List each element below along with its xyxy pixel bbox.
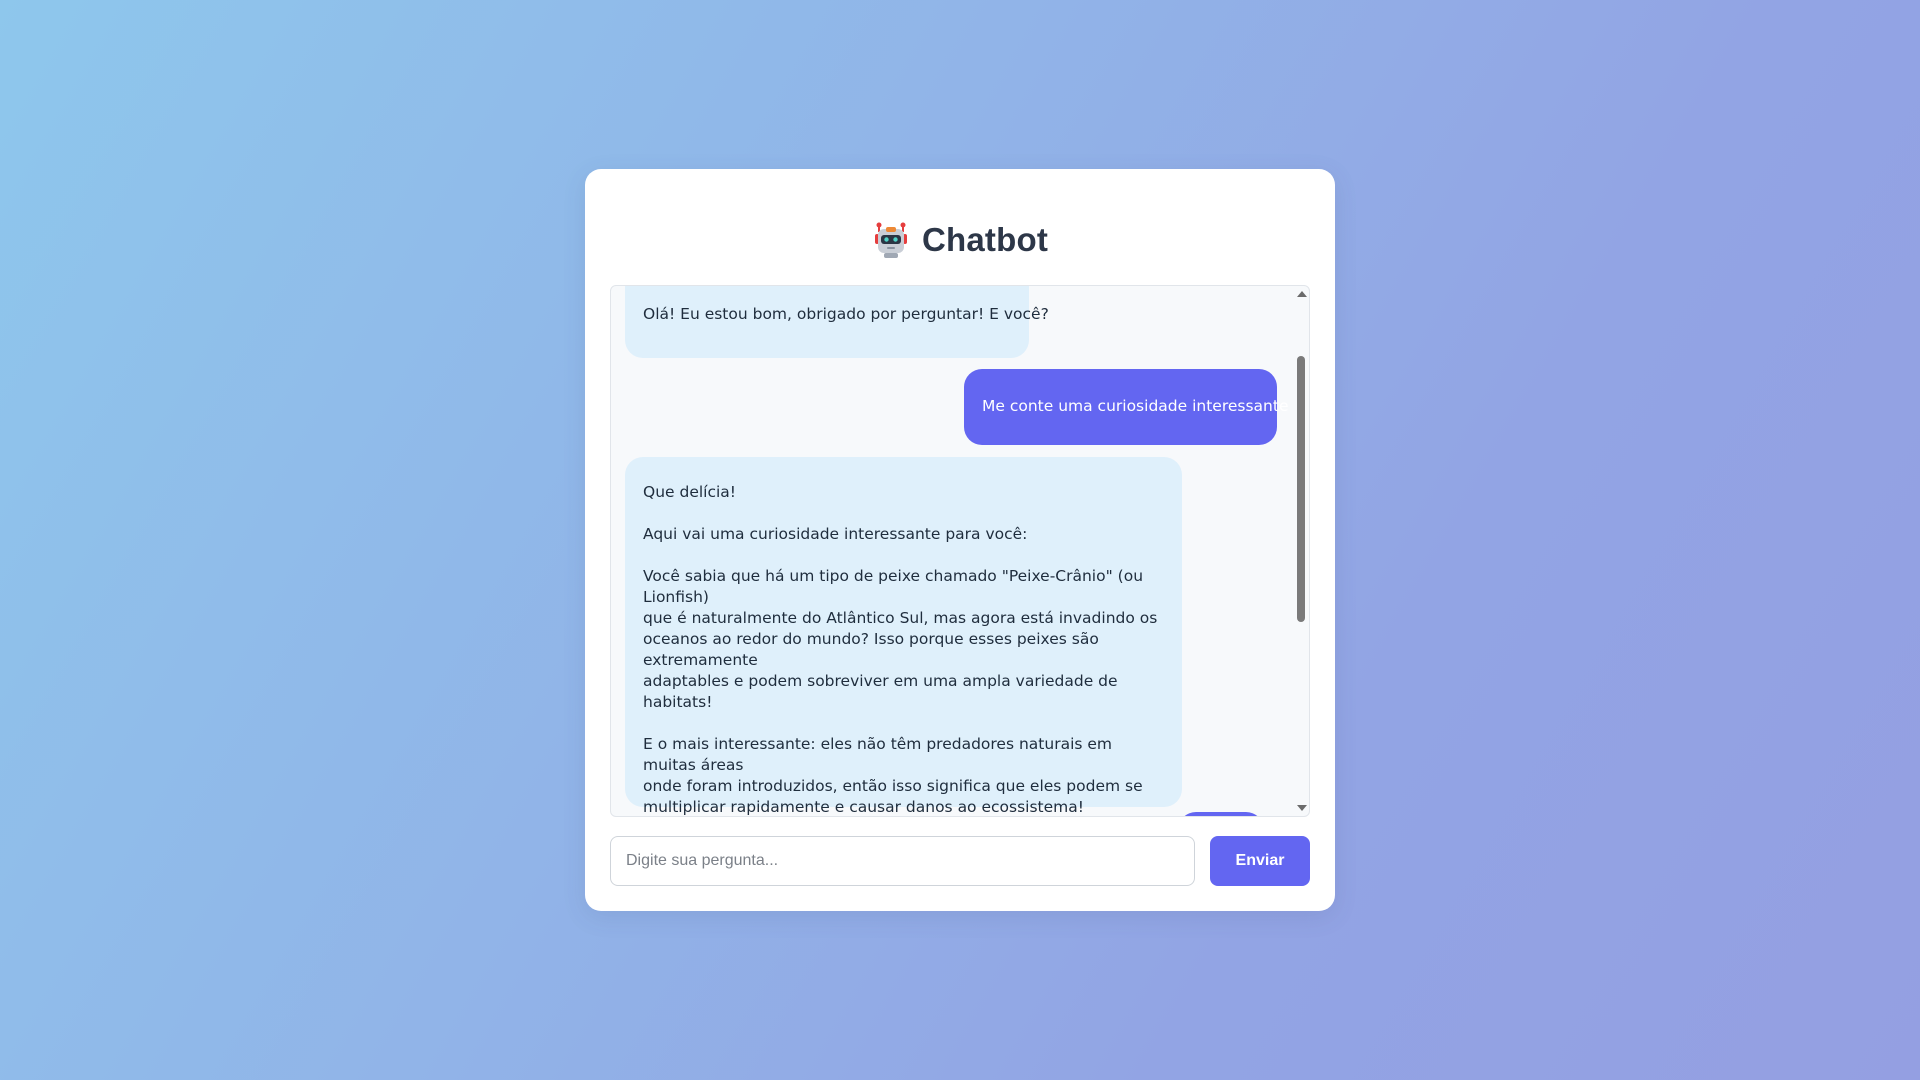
user-message-partial bbox=[1178, 812, 1264, 816]
page-title: Chatbot bbox=[921, 221, 1049, 258]
message-text: Olá! Eu estou bom, obrigado por pergunta… bbox=[643, 305, 1049, 323]
chat-header: Chatbot bbox=[585, 215, 1335, 265]
input-row: Enviar bbox=[610, 836, 1310, 886]
message-text: Que delícia! Aqui vai uma curiosidade in… bbox=[643, 483, 1158, 816]
message-text: Me conte uma curiosidade interessante bbox=[982, 397, 1289, 415]
chat-scrollbar[interactable] bbox=[1293, 286, 1309, 816]
chat-card: Chatbot Olá! Eu estou bom, obrigado por … bbox=[585, 169, 1335, 911]
chat-messages[interactable]: Olá! Eu estou bom, obrigado por pergunta… bbox=[610, 285, 1310, 817]
bot-message: Olá! Eu estou bom, obrigado por pergunta… bbox=[625, 286, 1049, 358]
scrollbar-thumb[interactable] bbox=[1297, 356, 1305, 622]
question-input[interactable] bbox=[610, 836, 1195, 886]
send-button[interactable]: Enviar bbox=[1210, 836, 1310, 886]
scroll-up-arrow-icon[interactable] bbox=[1297, 291, 1307, 297]
scroll-down-arrow-icon[interactable] bbox=[1297, 805, 1307, 811]
bot-message: Que delícia! Aqui vai uma curiosidade in… bbox=[625, 457, 1182, 816]
user-message: Me conte uma curiosidade interessante bbox=[964, 369, 1288, 445]
robot-icon bbox=[874, 222, 907, 258]
